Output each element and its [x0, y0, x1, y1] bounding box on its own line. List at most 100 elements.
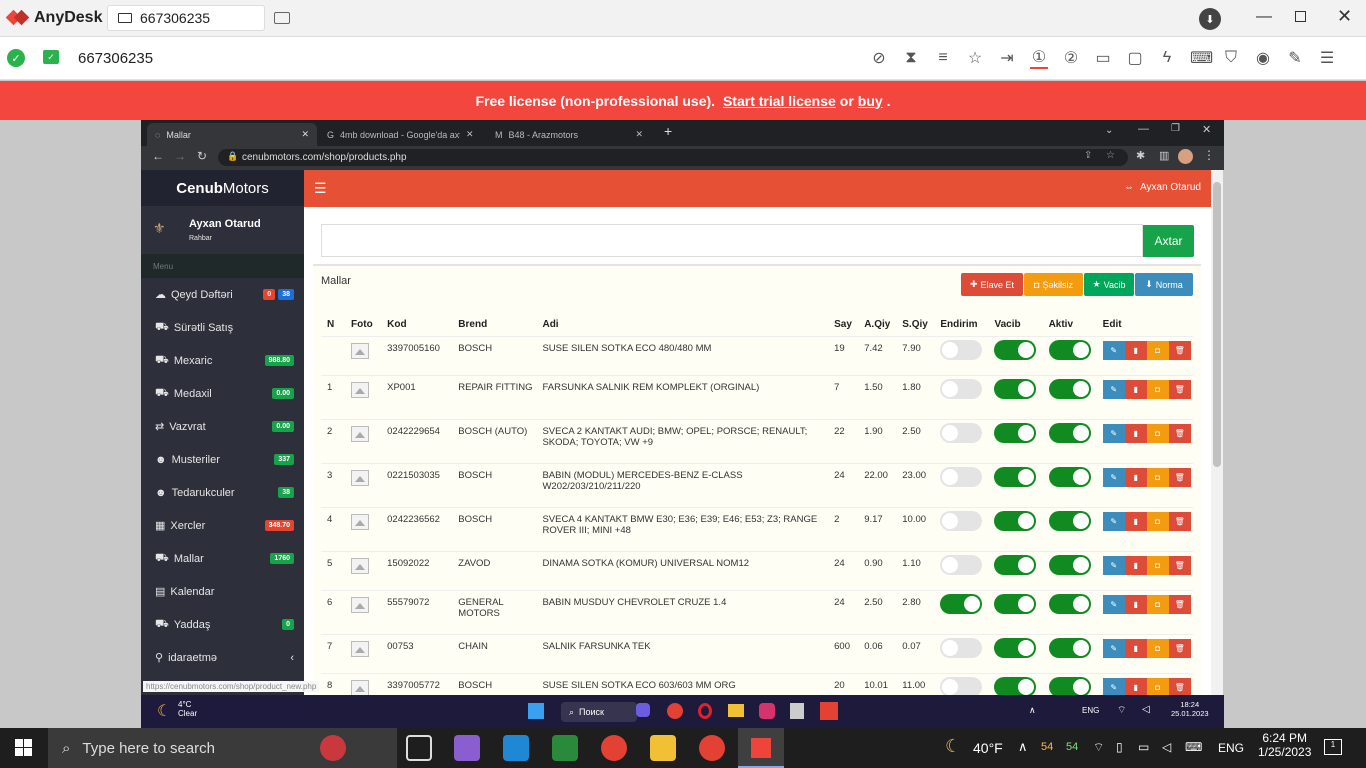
- camera-icon[interactable]: ◘: [1146, 594, 1169, 614]
- camera-icon[interactable]: ◘: [1146, 511, 1169, 531]
- remote-lang[interactable]: ENG: [1082, 706, 1099, 715]
- chat-icon[interactable]: ▢: [1126, 48, 1144, 68]
- image-placeholder-icon[interactable]: [351, 425, 370, 442]
- brand-logo[interactable]: Cenub Motors: [141, 170, 304, 206]
- tray-app-2[interactable]: 54: [1066, 741, 1078, 753]
- task-view-icon[interactable]: [406, 735, 432, 761]
- aktiv-toggle[interactable]: [1048, 637, 1091, 658]
- aktiv-toggle[interactable]: [1048, 378, 1091, 399]
- search-button[interactable]: Axtar: [1143, 225, 1194, 257]
- trash-icon[interactable]: 🗑: [1168, 511, 1191, 531]
- shield-icon[interactable]: ⛉: [1222, 49, 1240, 67]
- edit-pencil-icon[interactable]: ✎: [1102, 594, 1125, 614]
- download-icon[interactable]: ⬇: [1199, 8, 1221, 30]
- trash-icon[interactable]: 🗑: [1168, 340, 1191, 360]
- endirim-toggle[interactable]: [940, 593, 983, 614]
- column-header[interactable]: Edit: [1097, 314, 1193, 336]
- aktiv-toggle[interactable]: [1048, 422, 1091, 443]
- column-header[interactable]: Endirim: [934, 314, 988, 336]
- image-placeholder-icon[interactable]: [351, 557, 370, 574]
- endirim-toggle[interactable]: [940, 466, 983, 487]
- windows-start-icon[interactable]: [528, 703, 544, 719]
- keyboard-local-icon[interactable]: ⌨: [1185, 740, 1202, 754]
- buy-link[interactable]: buy: [858, 93, 883, 109]
- stats-chart-icon[interactable]: ▮: [1124, 340, 1147, 360]
- image-placeholder-icon[interactable]: [351, 596, 370, 613]
- sidebar-item[interactable]: ⚲ idaraetmə ‹: [141, 641, 304, 674]
- anydesk-taskbar-item[interactable]: [738, 728, 784, 768]
- column-header[interactable]: Say: [828, 314, 858, 336]
- minimize-button[interactable]: —: [1256, 8, 1272, 26]
- endirim-toggle[interactable]: [940, 378, 983, 399]
- column-header[interactable]: S.Qiy: [896, 314, 934, 336]
- local-temp[interactable]: 40°F: [973, 740, 1003, 756]
- teams-icon[interactable]: [636, 703, 650, 717]
- chrome-minimize[interactable]: —: [1138, 123, 1149, 135]
- aktiv-toggle[interactable]: [1048, 554, 1091, 575]
- column-header[interactable]: Kod: [381, 314, 452, 336]
- image-placeholder-icon[interactable]: [351, 513, 370, 530]
- image-placeholder-icon[interactable]: [351, 469, 370, 486]
- page-scrollbar[interactable]: [1211, 170, 1223, 695]
- stats-chart-icon[interactable]: ▮: [1124, 379, 1147, 399]
- camera-icon[interactable]: ◘: [1146, 423, 1169, 443]
- network-icon[interactable]: ⌔: [1093, 740, 1104, 755]
- add-button[interactable]: ✚ Elave Et: [961, 273, 1023, 296]
- chrome-taskbar-icon[interactable]: [601, 735, 627, 761]
- tab-close-icon[interactable]: ✕: [635, 129, 643, 140]
- anydesk-session-tab[interactable]: 667306235: [107, 5, 265, 31]
- stats-chart-icon[interactable]: ▮: [1124, 511, 1147, 531]
- sidebar-item[interactable]: ☻ Musteriler 337: [141, 443, 304, 476]
- monitor-1-icon[interactable]: ①: [1030, 47, 1048, 69]
- remote-weather[interactable]: 4°C Clear: [178, 700, 197, 718]
- menu-icon[interactable]: ☰: [1318, 48, 1336, 68]
- edit-pencil-icon[interactable]: ✎: [1102, 340, 1125, 360]
- stats-chart-icon[interactable]: ▮: [1124, 467, 1147, 487]
- edit-pencil-icon[interactable]: ✎: [1102, 423, 1125, 443]
- transfer-icon[interactable]: ⇥: [998, 48, 1016, 68]
- vacib-toggle[interactable]: [994, 593, 1037, 614]
- trash-icon[interactable]: 🗑: [1168, 379, 1191, 399]
- monitor-2-icon[interactable]: ②: [1062, 48, 1080, 68]
- volume-local-icon[interactable]: ◁: [1162, 740, 1171, 754]
- vacib-toggle[interactable]: [994, 637, 1037, 658]
- tab-close-icon[interactable]: ✕: [301, 129, 309, 140]
- image-placeholder-icon[interactable]: [351, 679, 370, 696]
- tray-chevron-icon[interactable]: ∧: [1029, 705, 1036, 716]
- folder-icon[interactable]: [728, 704, 744, 717]
- local-lang[interactable]: ENG: [1218, 741, 1244, 755]
- image-placeholder-icon[interactable]: [351, 342, 370, 359]
- trash-icon[interactable]: 🗑: [1168, 638, 1191, 658]
- trash-icon[interactable]: 🗑: [1168, 423, 1191, 443]
- stats-chart-icon[interactable]: ▮: [1124, 594, 1147, 614]
- vacib-toggle[interactable]: [994, 339, 1037, 360]
- endirim-toggle[interactable]: [940, 339, 983, 360]
- column-header[interactable]: Brend: [452, 314, 536, 336]
- keyboard-icon[interactable]: ⌨: [1190, 48, 1213, 68]
- explorer-icon[interactable]: [650, 735, 676, 761]
- aktiv-toggle[interactable]: [1048, 466, 1091, 487]
- edit-pencil-icon[interactable]: ✎: [1102, 677, 1125, 697]
- sidebar-item[interactable]: ⛟ Mallar 1760: [141, 542, 304, 575]
- stats-chart-icon[interactable]: ▮: [1124, 638, 1147, 658]
- browser-tab-google[interactable]: G 4mb download - Google'da axtar ✕: [319, 123, 483, 146]
- trash-icon[interactable]: 🗑: [1168, 555, 1191, 575]
- trash-icon[interactable]: 🗑: [1168, 594, 1191, 614]
- aktiv-toggle[interactable]: [1048, 593, 1091, 614]
- camera-icon[interactable]: ◘: [1146, 638, 1169, 658]
- pen-icon[interactable]: ✎: [1286, 48, 1304, 68]
- privacy-icon[interactable]: ⊘: [870, 48, 888, 68]
- url-bar[interactable]: 🔒 cenubmotors.com/shop/products.php ⇪ ☆: [218, 149, 1128, 166]
- reload-icon[interactable]: ↻: [197, 149, 207, 163]
- excel-app-icon[interactable]: [552, 735, 578, 761]
- camera-icon[interactable]: ◘: [1146, 379, 1169, 399]
- star-icon[interactable]: ☆: [966, 48, 984, 68]
- trial-link[interactable]: Start trial license: [723, 93, 836, 109]
- chrome-close[interactable]: ✕: [1202, 123, 1211, 136]
- record-icon[interactable]: ◉: [1254, 48, 1272, 68]
- camera-icon[interactable]: ◘: [1146, 340, 1169, 360]
- forward-icon[interactable]: →: [174, 149, 186, 163]
- norm-button[interactable]: ⬇ Norma: [1135, 273, 1193, 296]
- sidebar-item[interactable]: ⛟ Mexaric 988.80: [141, 344, 304, 377]
- camera-icon[interactable]: ◘: [1146, 555, 1169, 575]
